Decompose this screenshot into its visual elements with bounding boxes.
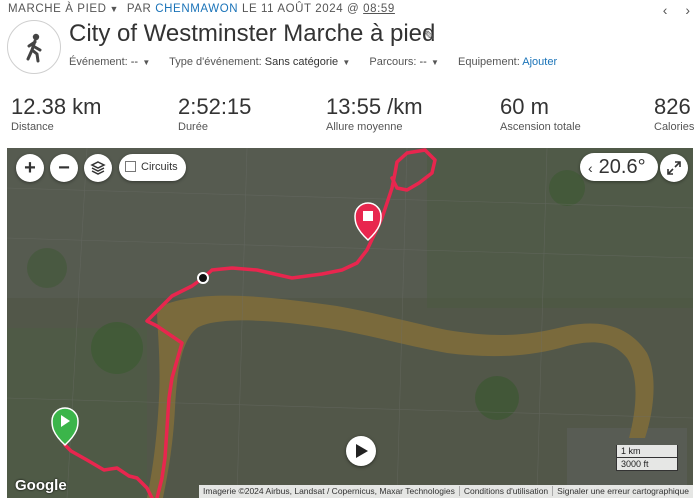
stat-value: 60 m <box>500 94 549 119</box>
owner-link[interactable]: CHENMAWON <box>155 3 238 15</box>
stat-pace: 13:55 /km Allure moyenne <box>326 94 423 133</box>
satellite-map[interactable]: + − Circuits ‹ 20.6° 1 km 3000 ft Google … <box>7 148 693 498</box>
course-field[interactable]: Parcours: -- ▼ <box>369 56 439 68</box>
map-angle-control[interactable]: ‹ 20.6° <box>580 153 658 181</box>
stat-elevation: 60 m Ascension totale <box>500 94 581 133</box>
play-icon <box>356 444 368 458</box>
event-label: Événement: <box>69 56 128 68</box>
course-label: Parcours: <box>369 56 417 68</box>
map-attribution: Imagerie ©2024 Airbus, Landsat / Coperni… <box>199 485 693 498</box>
by-label: PAR <box>126 3 152 15</box>
imagery-credit: Imagerie ©2024 Airbus, Landsat / Coperni… <box>203 486 455 496</box>
stat-value: 13:55 /km <box>326 94 423 119</box>
walking-person-icon <box>26 33 42 63</box>
equipment-field: Equipement: Ajouter <box>458 56 557 68</box>
play-replay-button[interactable] <box>346 436 376 466</box>
terms-link[interactable]: Conditions d'utilisation <box>458 486 553 496</box>
event-value: -- <box>130 56 139 68</box>
edit-pencil-icon[interactable]: ✎ <box>424 28 435 44</box>
activity-type-label: MARCHE À PIED <box>8 3 107 15</box>
activity-meta-row: Événement: -- ▼ Type d'événement: Sans c… <box>69 56 573 68</box>
expand-icon <box>667 161 681 175</box>
circuits-label: Circuits <box>141 161 178 173</box>
event-type-label: Type d'événement: <box>169 56 262 68</box>
circuits-toggle[interactable]: Circuits <box>119 154 186 181</box>
scale-ft: 3000 ft <box>616 458 678 471</box>
stat-label: Ascension totale <box>500 121 581 133</box>
google-logo: Google <box>15 477 67 494</box>
stat-label: Allure moyenne <box>326 121 403 133</box>
previous-activity-button[interactable]: ‹ <box>663 2 668 18</box>
chevron-left-icon[interactable]: ‹ <box>588 160 593 176</box>
fullscreen-button[interactable] <box>660 154 688 182</box>
angle-value: 20.6° <box>598 156 646 178</box>
map-scale: 1 km 3000 ft <box>616 445 678 471</box>
event-type-value: Sans catégorie <box>264 56 339 68</box>
layers-button[interactable] <box>84 154 112 182</box>
chevron-down-icon: ▼ <box>340 58 351 67</box>
equipment-label: Equipement: <box>458 56 520 68</box>
scale-km: 1 km <box>616 445 678 458</box>
date-label: LE 11 AOÛT 2024 @ <box>241 3 360 15</box>
chevron-down-icon: ▼ <box>428 58 439 67</box>
activity-navigation: ‹ › <box>649 2 690 18</box>
stat-calories: 826 Calories <box>654 94 694 133</box>
time-link[interactable]: 08:59 <box>363 3 395 15</box>
zoom-out-button[interactable]: − <box>50 154 78 182</box>
zoom-in-button[interactable]: + <box>16 154 44 182</box>
course-value: -- <box>419 56 427 68</box>
stat-value: 2:52:15 <box>178 94 252 119</box>
chevron-down-icon: ▼ <box>140 58 151 67</box>
activity-title: City of Westminster Marche à pied <box>69 20 436 47</box>
circuits-checkbox[interactable] <box>125 161 136 172</box>
report-error-link[interactable]: Signaler une erreur cartographique <box>552 486 693 496</box>
stat-distance: 12.38 km Distance <box>11 94 102 133</box>
waypoint-marker <box>197 272 209 284</box>
layers-icon <box>90 161 106 175</box>
stat-duration: 2:52:15 Durée <box>178 94 251 133</box>
event-field[interactable]: Événement: -- ▼ <box>69 56 150 68</box>
stat-label: Durée <box>178 121 208 133</box>
activity-type-dropdown-icon[interactable]: ▼ <box>110 4 120 14</box>
header-bar: MARCHE À PIED ▼ PAR CHENMAWON LE 11 AOÛT … <box>0 0 700 20</box>
add-equipment-link[interactable]: Ajouter <box>522 56 557 68</box>
event-type-field[interactable]: Type d'événement: Sans catégorie ▼ <box>169 56 350 68</box>
activity-type-avatar <box>7 20 61 74</box>
activity-breadcrumb: MARCHE À PIED ▼ PAR CHENMAWON LE 11 AOÛT … <box>8 3 395 15</box>
stat-label: Distance <box>11 121 54 133</box>
stat-value: 12.38 km <box>11 94 102 119</box>
stat-label: Calories <box>654 121 695 133</box>
next-activity-button[interactable]: › <box>685 2 690 18</box>
stats-row: 12.38 km Distance 2:52:15 Durée 13:55 /k… <box>0 94 700 138</box>
stat-value: 826 <box>654 94 691 119</box>
